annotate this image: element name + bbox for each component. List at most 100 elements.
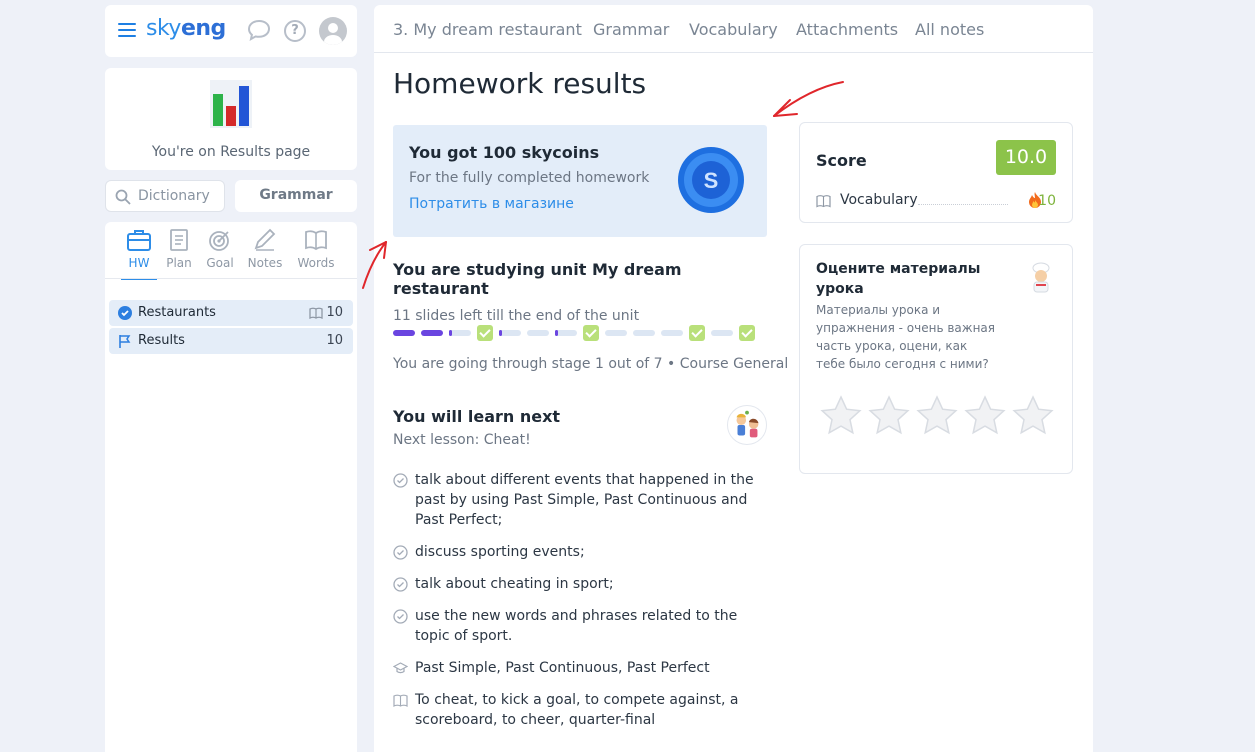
skycoins-banner: You got 100 skycoins For the fully compl… [393,125,767,237]
briefcase-icon [127,230,151,251]
list-item-text: talk about different events that happene… [415,472,754,528]
tab-all-notes[interactable]: All notes [915,20,984,39]
tool-label: Words [297,256,335,270]
rate-materials-card: Оцените материалы урока Материалы урока … [799,244,1073,474]
kids-illustration [727,405,767,445]
rate-title: Оцените материалы урока [816,261,981,297]
progress-segment [555,330,577,336]
unit-title: You are studying unit My dream restauran… [393,260,682,298]
grammar-button[interactable]: Grammar [235,180,357,212]
unit-progress [393,325,763,341]
target-icon [209,231,229,251]
score-card: Score 10.0 Vocabulary 10 [799,122,1073,223]
lesson-label: Results [138,333,185,348]
menu-icon[interactable] [118,23,136,37]
svg-text:S: S [704,168,719,193]
check-circle-icon [118,306,132,320]
divider [105,278,357,279]
graduation-cap-icon [393,662,408,674]
list-item-text: To cheat, to kick a goal, to compete aga… [415,692,739,728]
star-icon[interactable] [820,395,862,435]
bar-chart-icon [210,80,252,128]
page-title: Homework results [393,67,647,100]
list-item-text: talk about cheating in sport; [415,576,614,592]
tab-grammar[interactable]: Grammar [593,20,669,39]
chef-illustration [1032,262,1050,293]
tool-label: Notes [247,256,283,270]
skycoins-subtitle: For the fully completed homework [409,170,650,186]
plan-icon [170,229,188,251]
dotted-leader [918,204,1008,205]
progress-segment [633,330,655,336]
lesson-item-restaurants[interactable]: Restaurants 10 [109,300,353,326]
stage-complete-check [739,325,755,341]
tab-unit[interactable]: 3. My dream restaurant [393,20,582,39]
list-item-text: use the new words and phrases related to… [415,608,738,644]
vocabulary-label: Vocabulary [840,192,918,208]
star-icon[interactable] [1012,395,1054,435]
list-item: talk about different events that happene… [393,470,773,530]
list-item-text: discuss sporting events; [415,544,585,560]
star-icon[interactable] [868,395,910,435]
tool-label: HW [128,256,150,270]
stage-complete-check [583,325,599,341]
star-rating[interactable] [820,395,1060,439]
pencil-icon [254,228,276,251]
check-circle-icon [393,609,408,624]
search-icon [115,189,131,205]
results-card: You're on Results page [105,68,357,170]
list-item: Past Simple, Past Continuous, Past Perfe… [393,658,773,678]
progress-segment [661,330,683,336]
tool-notes[interactable]: Notes [241,228,289,270]
stage-info: You are going through stage 1 out of 7 •… [393,356,789,372]
progress-segment [527,330,549,336]
chat-icon[interactable] [247,19,271,41]
results-page-label: You're on Results page [151,144,311,160]
progress-segment [449,330,471,336]
list-item-text: Past Simple, Past Continuous, Past Perfe… [415,660,710,676]
book-icon [393,694,408,707]
book-icon [305,230,327,251]
tab-vocabulary[interactable]: Vocabulary [689,20,778,39]
book-icon [816,195,831,208]
vocabulary-score-row: Vocabulary 10 [816,191,1056,211]
list-item: talk about cheating in sport; [393,574,773,594]
progress-segment [711,330,733,336]
lesson-count: 10 [326,333,343,348]
tool-goal[interactable]: Goal [196,228,244,270]
next-lesson-section: You will learn next Next lesson: Cheat! [393,405,767,448]
score-label: Score [816,151,867,170]
star-icon[interactable] [916,395,958,435]
progress-segment [393,330,415,336]
tab-bar: 3. My dream restaurant Grammar Vocabular… [374,5,1093,53]
rate-description: Материалы урока и упражнения - очень важ… [816,303,995,371]
check-circle-icon [393,473,408,488]
avatar[interactable] [319,17,347,45]
list-item: discuss sporting events; [393,542,773,562]
dictionary-search[interactable]: Dictionary [105,180,225,212]
sidebar-panel: HW Plan Goal Notes Words Restaurants 10 … [105,222,357,752]
progress-segment [499,330,521,336]
star-icon[interactable] [964,395,1006,435]
tab-attachments[interactable]: Attachments [796,20,898,39]
stage-complete-check [689,325,705,341]
progress-segment [605,330,627,336]
skycoin-icon: S [678,147,744,213]
check-circle-icon [393,577,408,592]
unit-section: You are studying unit My dream restauran… [393,260,773,324]
flag-icon [119,335,131,348]
shop-link[interactable]: Потратить в магазине [409,196,574,212]
lesson-item-results[interactable]: Results 10 [109,328,353,354]
progress-segment [421,330,443,336]
dictionary-placeholder: Dictionary [138,188,210,204]
help-icon[interactable]: ? [284,20,306,42]
lesson-count: 10 [326,305,343,320]
logo[interactable]: skyeng [146,16,226,41]
next-title: You will learn next [393,407,561,426]
check-circle-icon [393,545,408,560]
tool-label: Goal [206,256,234,270]
list-item: use the new words and phrases related to… [393,606,773,646]
tool-words[interactable]: Words [292,228,340,270]
next-subtitle: Next lesson: Cheat! [393,432,531,448]
vocabulary-value: 10 [1038,193,1056,209]
